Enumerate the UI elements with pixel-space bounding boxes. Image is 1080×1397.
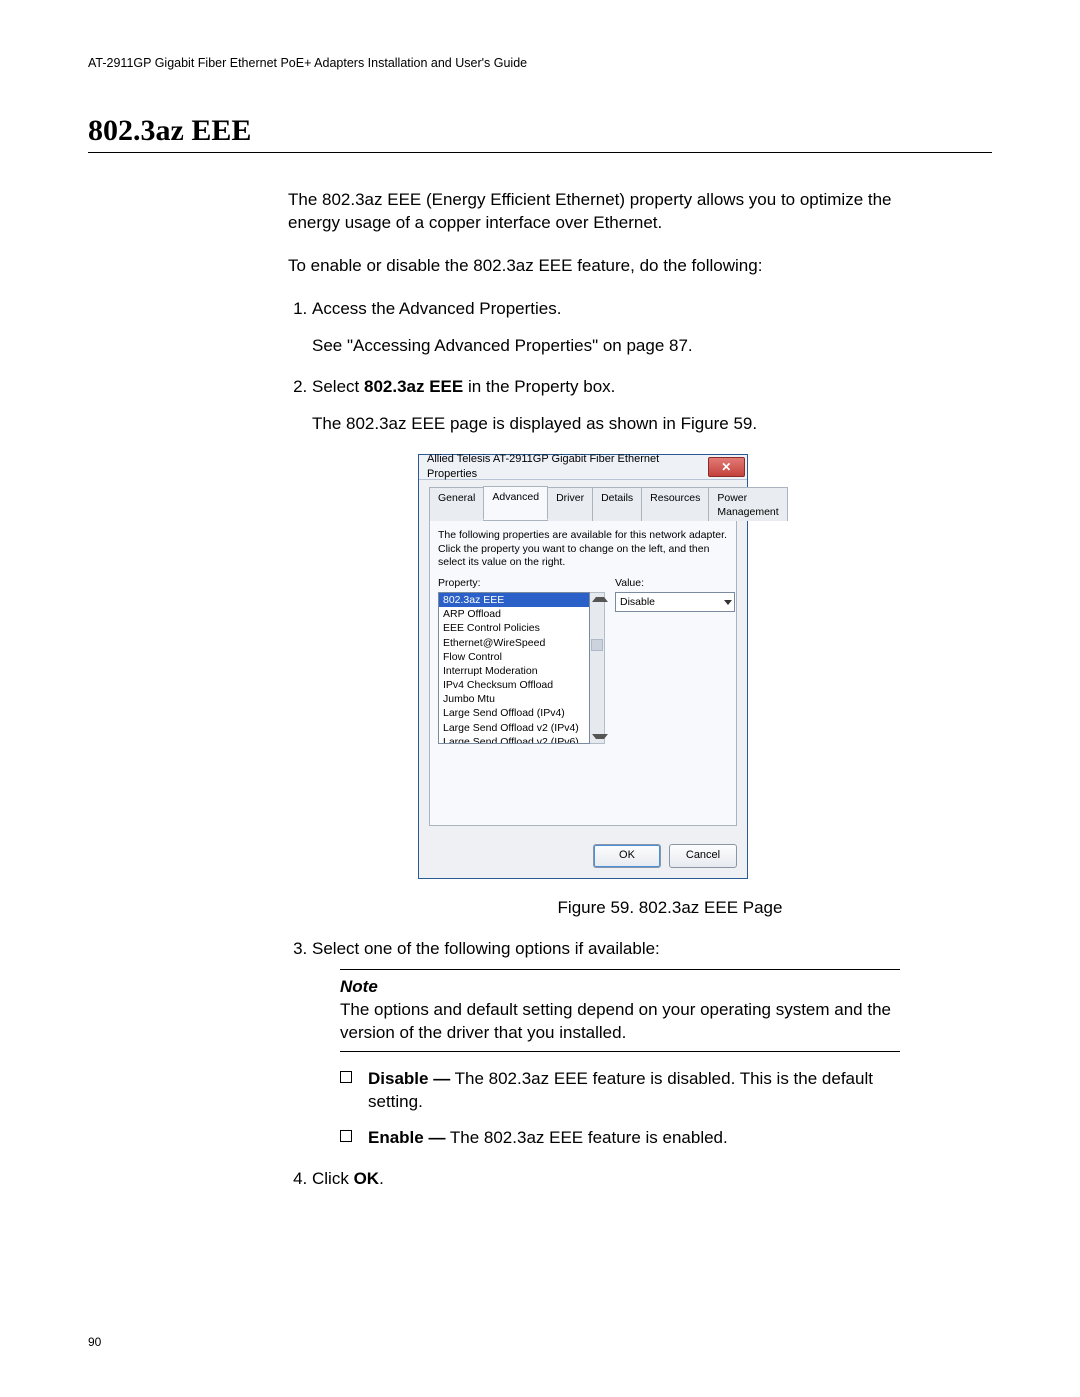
tab-advanced[interactable]: Advanced xyxy=(483,486,548,520)
list-item[interactable]: Flow Control xyxy=(439,650,589,664)
option-enable: Enable — The 802.3az EEE feature is enab… xyxy=(340,1127,928,1150)
note-rule-bottom xyxy=(340,1051,900,1052)
value-column: Value: Disable xyxy=(615,576,735,744)
steps-list: Access the Advanced Properties. See "Acc… xyxy=(288,298,928,1192)
page-number: 90 xyxy=(88,1335,101,1349)
dialog-body: GeneralAdvancedDriverDetailsResourcesPow… xyxy=(419,480,747,836)
close-icon[interactable]: ✕ xyxy=(708,457,745,477)
listbox-scrollbar[interactable] xyxy=(590,592,605,744)
step-2-post: in the Property box. xyxy=(463,377,615,396)
property-column: Property: 802.3az EEEARP OffloadEEE Cont… xyxy=(438,576,605,744)
tab-panel-advanced: The following properties are available f… xyxy=(429,521,737,826)
document-page: AT-2911GP Gigabit Fiber Ethernet PoE+ Ad… xyxy=(0,0,1080,1397)
dialog-tabs: GeneralAdvancedDriverDetailsResourcesPow… xyxy=(429,486,737,521)
value-dropdown-text: Disable xyxy=(620,595,655,609)
option-enable-text: The 802.3az EEE feature is enabled. xyxy=(445,1128,727,1147)
tab-driver[interactable]: Driver xyxy=(547,487,593,521)
ok-button[interactable]: OK xyxy=(593,844,661,868)
step-2-bold: 802.3az EEE xyxy=(364,377,463,396)
property-listbox-wrap: 802.3az EEEARP OffloadEEE Control Polici… xyxy=(438,592,605,744)
list-item[interactable]: Ethernet@WireSpeed xyxy=(439,636,589,650)
list-item[interactable]: Jumbo Mtu xyxy=(439,692,589,706)
list-item[interactable]: IPv4 Checksum Offload xyxy=(439,678,589,692)
step-1-text: Access the Advanced Properties. xyxy=(312,299,561,318)
option-disable: Disable — The 802.3az EEE feature is dis… xyxy=(340,1068,928,1114)
dialog-button-bar: OK Cancel xyxy=(419,836,747,878)
dialog-titlebar: Allied Telesis AT-2911GP Gigabit Fiber E… xyxy=(419,455,747,480)
property-label: Property: xyxy=(438,576,605,590)
step-3: Select one of the following options if a… xyxy=(312,938,928,1151)
tab-power-management[interactable]: Power Management xyxy=(708,487,787,521)
tab-general[interactable]: General xyxy=(429,487,484,521)
page-title: 802.3az EEE xyxy=(88,114,992,148)
properties-dialog: Allied Telesis AT-2911GP Gigabit Fiber E… xyxy=(418,454,748,879)
figure-59: Allied Telesis AT-2911GP Gigabit Fiber E… xyxy=(418,454,928,879)
step-4-bold: OK xyxy=(354,1169,380,1188)
value-label: Value: xyxy=(615,576,735,590)
chevron-down-icon xyxy=(724,600,732,605)
property-listbox[interactable]: 802.3az EEEARP OffloadEEE Control Polici… xyxy=(438,592,590,744)
cancel-button[interactable]: Cancel xyxy=(669,844,737,868)
list-item[interactable]: EEE Control Policies xyxy=(439,621,589,635)
note-rule-top xyxy=(340,969,900,970)
tab-resources[interactable]: Resources xyxy=(641,487,709,521)
note-label: Note xyxy=(340,977,378,996)
step-4-post: . xyxy=(379,1169,384,1188)
list-item[interactable]: 802.3az EEE xyxy=(439,593,589,607)
title-rule xyxy=(88,152,992,153)
running-header: AT-2911GP Gigabit Fiber Ethernet PoE+ Ad… xyxy=(88,56,992,70)
intro-paragraph-2: To enable or disable the 802.3az EEE fea… xyxy=(288,255,928,278)
list-item[interactable]: Large Send Offload v2 (IPv4) xyxy=(439,721,589,735)
step-4: Click OK. xyxy=(312,1168,928,1191)
figure-caption: Figure 59. 802.3az EEE Page xyxy=(412,897,928,920)
list-item[interactable]: Interrupt Moderation xyxy=(439,664,589,678)
step-3-text: Select one of the following options if a… xyxy=(312,939,660,958)
step-1: Access the Advanced Properties. See "Acc… xyxy=(312,298,928,358)
body-column: The 802.3az EEE (Energy Efficient Ethern… xyxy=(288,189,928,1191)
step-2: Select 802.3az EEE in the Property box. … xyxy=(312,376,928,920)
option-disable-bold: Disable — xyxy=(368,1069,450,1088)
note-text: The options and default setting depend o… xyxy=(340,999,928,1045)
intro-paragraph-1: The 802.3az EEE (Energy Efficient Ethern… xyxy=(288,189,928,235)
dialog-description: The following properties are available f… xyxy=(438,529,728,570)
note-block: Note The options and default setting dep… xyxy=(340,969,928,1052)
list-item[interactable]: Large Send Offload (IPv4) xyxy=(439,706,589,720)
tab-details[interactable]: Details xyxy=(592,487,642,521)
step-4-pre: Click xyxy=(312,1169,354,1188)
step-2-pre: Select xyxy=(312,377,364,396)
list-item[interactable]: Large Send Offload v2 (IPv6) xyxy=(439,735,589,744)
step-1-sub: See "Accessing Advanced Properties" on p… xyxy=(312,335,928,358)
dialog-title-text: Allied Telesis AT-2911GP Gigabit Fiber E… xyxy=(427,452,708,482)
value-dropdown[interactable]: Disable xyxy=(615,592,735,612)
property-value-row: Property: 802.3az EEEARP OffloadEEE Cont… xyxy=(438,576,728,744)
option-enable-bold: Enable — xyxy=(368,1128,445,1147)
list-item[interactable]: ARP Offload xyxy=(439,607,589,621)
scrollbar-thumb[interactable] xyxy=(591,639,603,651)
options-list: Disable — The 802.3az EEE feature is dis… xyxy=(340,1068,928,1151)
step-2-sub: The 802.3az EEE page is displayed as sho… xyxy=(312,413,928,436)
